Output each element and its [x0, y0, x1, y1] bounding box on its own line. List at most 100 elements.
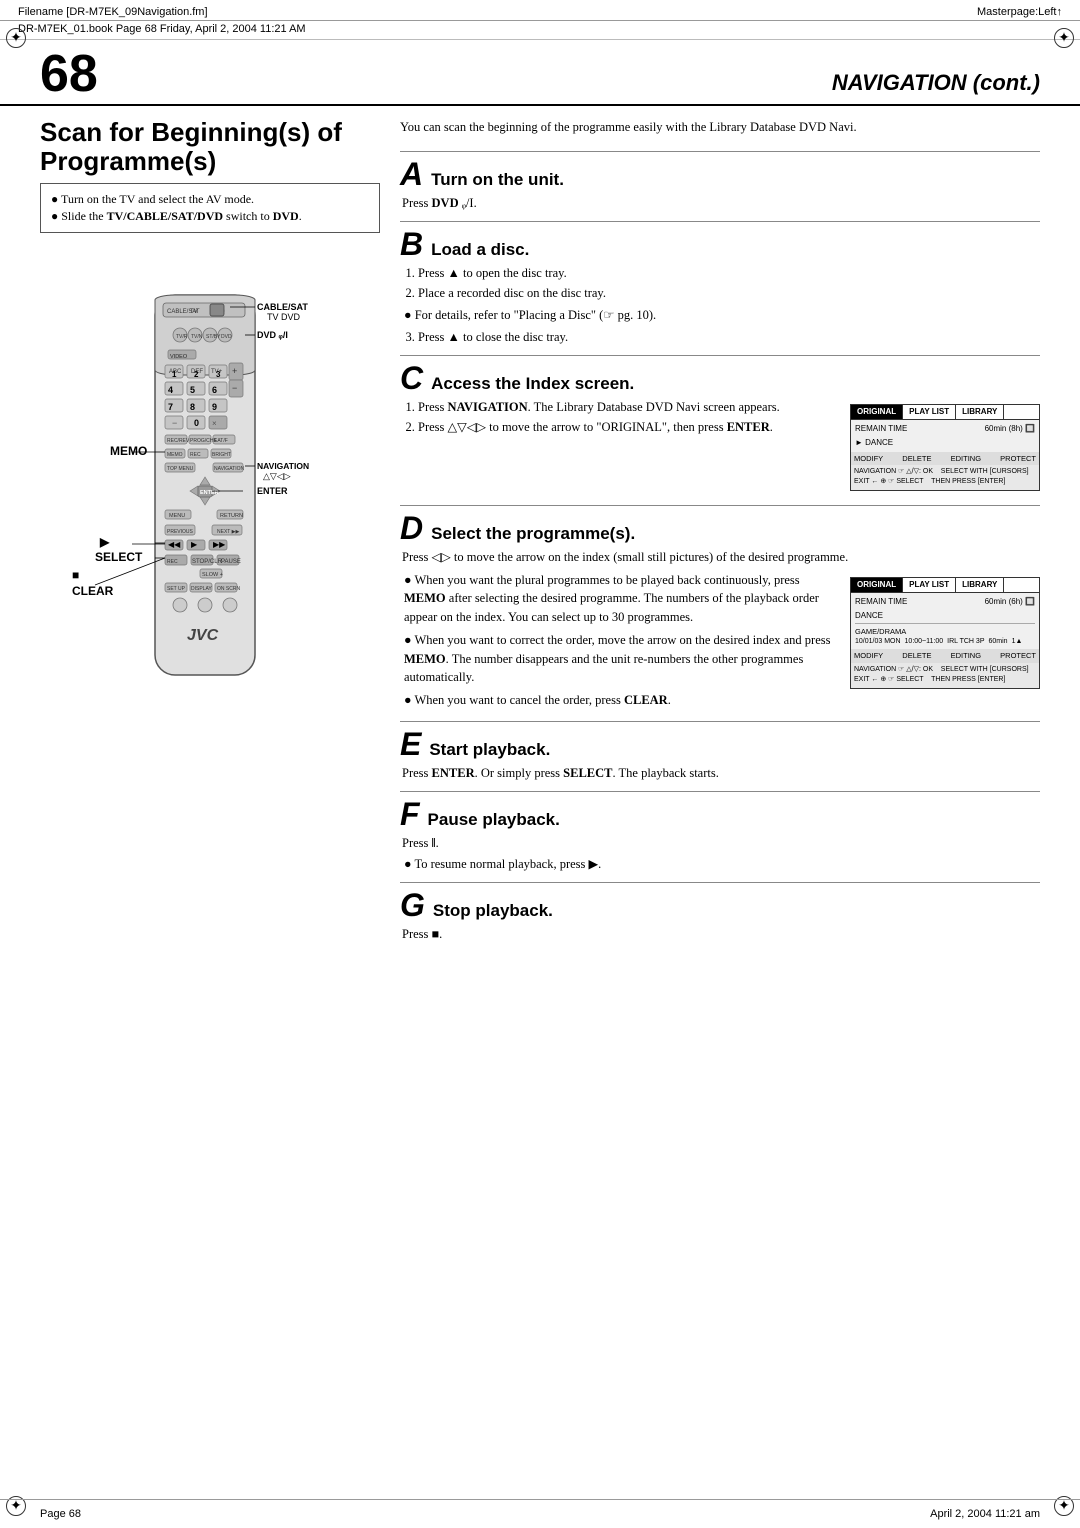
step-f-body: Press ‖. To resume normal playback, pres… — [400, 834, 1040, 875]
svg-text:5: 5 — [190, 385, 195, 395]
bottom-bar: Page 68 April 2, 2004 11:21 am — [0, 1499, 1080, 1528]
step-c: C Access the Index screen. Press NAVIGAT… — [400, 355, 1040, 497]
step-b-1: Press ▲ to open the disc tray. — [418, 264, 1040, 283]
step-e-body: Press ENTER. Or simply press SELECT. The… — [400, 764, 1040, 783]
svg-text:1: 1 — [172, 370, 177, 379]
screen-c-row-dance: ► DANCE — [855, 436, 1035, 450]
section-intro: You can scan the beginning of the progra… — [400, 118, 1040, 137]
svg-text:TV/R: TV/R — [176, 334, 188, 340]
step-d-letter: D — [400, 512, 423, 544]
svg-text:CLEAR: CLEAR — [72, 584, 114, 598]
step-d-body: Press ◁▷ to move the arrow on the index … — [400, 548, 1040, 713]
step-f: F Pause playback. Press ‖. To resume nor… — [400, 791, 1040, 875]
masterpage-label: Masterpage:Left↑ — [977, 6, 1062, 18]
svg-text:VIDEO: VIDEO — [170, 354, 188, 360]
svg-text:REC/REV: REC/REV — [167, 438, 190, 444]
svg-text:4: 4 — [168, 385, 173, 395]
step-c-1: Press NAVIGATION. The Library Database D… — [418, 398, 842, 417]
svg-text:SLOW +: SLOW + — [202, 572, 223, 578]
svg-text:REC: REC — [190, 452, 201, 458]
svg-text:▶: ▶ — [99, 535, 110, 549]
svg-text:NAVIGATION: NAVIGATION — [257, 461, 309, 471]
step-e-letter: E — [400, 728, 421, 760]
step-c-header: C Access the Index screen. — [400, 362, 1040, 394]
step-a: A Turn on the unit. Press DVD ᵩ/I. — [400, 151, 1040, 213]
step-g-header: G Stop playback. — [400, 889, 1040, 921]
svg-text:MEMO: MEMO — [167, 452, 183, 458]
step-c-cols: Press NAVIGATION. The Library Database D… — [402, 398, 1040, 497]
step-f-letter: F — [400, 798, 420, 830]
step-c-letter: C — [400, 362, 423, 394]
svg-text:SELECT: SELECT — [95, 550, 143, 564]
book-ref-label: DR-M7EK_01.book Page 68 Friday, April 2,… — [18, 23, 306, 35]
step-f-text: Press ‖. — [402, 834, 1040, 853]
svg-text:TV DVD: TV DVD — [267, 312, 301, 322]
step-a-header: A Turn on the unit. — [400, 158, 1040, 190]
tab-playlist-c: PLAY LIST — [903, 405, 956, 419]
svg-text:DVD: DVD — [221, 334, 232, 340]
screen-c-row-header: REMAIN TIME 60min (8h) 🔲 — [855, 422, 1035, 436]
screen-thumb-c: ORIGINAL PLAY LIST LIBRARY REMAIN TIME 6… — [850, 404, 1040, 491]
svg-text:DISPLAY: DISPLAY — [191, 586, 212, 592]
screen-c-footer: MODIFY DELETE EDITING PROTECT — [851, 452, 1039, 465]
prereq-2: Slide the TV/CABLE/SAT/DVD switch to DVD… — [51, 209, 369, 224]
remote-control-illustration: CABLE/SAT TV DVD TV/R TV/N ST/BY DVD VID… — [60, 245, 360, 729]
reg-mark-tr: ✦ — [1054, 28, 1074, 48]
tab-original-c: ORIGINAL — [851, 405, 903, 419]
filename-label: Filename [DR-M7EK_09Navigation.fm] — [18, 6, 208, 18]
step-c-title: Access the Index screen. — [431, 374, 634, 394]
step-d-title: Select the programme(s). — [431, 524, 635, 544]
screen-d-nav: NAVIGATION ☞ △/▽: OK SELECT WITH [CURSOR… — [851, 663, 1039, 688]
right-column: You can scan the beginning of the progra… — [400, 106, 1040, 952]
screen-d-row-header: REMAIN TIME 60min (6h) 🔲 — [855, 595, 1035, 609]
screen-thumb-d: ORIGINAL PLAY LIST LIBRARY REMAIN TIME 6… — [850, 577, 1040, 689]
main-content: Scan for Beginning(s) of Programme(s) Tu… — [0, 106, 1080, 952]
screen-d-row-game: GAME/DRAMA 10/01/03 MON 10:00~11:00 IRL … — [855, 623, 1035, 648]
svg-text:TV: TV — [190, 309, 198, 315]
step-f-header: F Pause playback. — [400, 798, 1040, 830]
step-g-text: Press ■. — [402, 925, 1040, 944]
step-d-text: When you want the plural programmes to b… — [402, 571, 842, 713]
svg-text:2: 2 — [194, 370, 199, 379]
tab-library-d: LIBRARY — [956, 578, 1004, 592]
step-d: D Select the programme(s). Press ◁▷ to m… — [400, 505, 1040, 713]
svg-text:EAT/F: EAT/F — [214, 438, 228, 444]
step-b-title: Load a disc. — [431, 240, 529, 260]
svg-text:▶▶: ▶▶ — [213, 540, 226, 549]
svg-text:MEMO: MEMO — [110, 444, 147, 458]
svg-text:◀◀: ◀◀ — [168, 540, 181, 549]
step-f-title: Pause playback. — [428, 810, 560, 830]
svg-text:3: 3 — [216, 370, 221, 379]
svg-text:7: 7 — [168, 402, 173, 412]
svg-text:ST/BY: ST/BY — [206, 334, 221, 340]
step-a-text: Press DVD ᵩ/I. — [402, 194, 1040, 213]
prereq-box: Turn on the TV and select the AV mode. S… — [40, 183, 380, 233]
footer-page: Page 68 — [40, 1508, 81, 1520]
step-d-header: D Select the programme(s). — [400, 512, 1040, 544]
svg-text:NAVIGATION: NAVIGATION — [214, 466, 244, 472]
step-e-title: Start playback. — [429, 740, 550, 760]
svg-text:ENTER: ENTER — [257, 486, 288, 496]
svg-text:+: + — [232, 366, 237, 376]
prereq-1: Turn on the TV and select the AV mode. — [51, 192, 369, 207]
tab-playlist-d: PLAY LIST — [903, 578, 956, 592]
step-d-bullet2: When you want to correct the order, move… — [404, 631, 842, 687]
left-column: Scan for Beginning(s) of Programme(s) Tu… — [40, 106, 380, 952]
screen-c-nav: NAVIGATION ☞ △/▽: OK SELECT WITH [CURSOR… — [851, 465, 1039, 490]
tab-original-d: ORIGINAL — [851, 578, 903, 592]
remote-svg: CABLE/SAT TV DVD TV/R TV/N ST/BY DVD VID… — [60, 245, 360, 725]
page-number: 68 — [40, 48, 98, 100]
step-b-note: For details, refer to "Placing a Disc" (… — [404, 306, 1040, 325]
screen-c-body: REMAIN TIME 60min (8h) 🔲 ► DANCE — [851, 420, 1039, 452]
step-b-body: Press ▲ to open the disc tray. Place a r… — [400, 264, 1040, 347]
step-g-body: Press ■. — [400, 925, 1040, 944]
svg-text:RETURN: RETURN — [220, 513, 243, 519]
step-b-3: Press ▲ to close the disc tray. — [418, 328, 1040, 347]
svg-text:×: × — [212, 419, 217, 428]
step-b-letter: B — [400, 228, 423, 260]
step-g-title: Stop playback. — [433, 901, 553, 921]
footer-date: April 2, 2004 11:21 am — [930, 1508, 1040, 1520]
svg-text:8: 8 — [190, 402, 195, 412]
step-a-body: Press DVD ᵩ/I. — [400, 194, 1040, 213]
svg-text:JVC: JVC — [187, 627, 219, 644]
